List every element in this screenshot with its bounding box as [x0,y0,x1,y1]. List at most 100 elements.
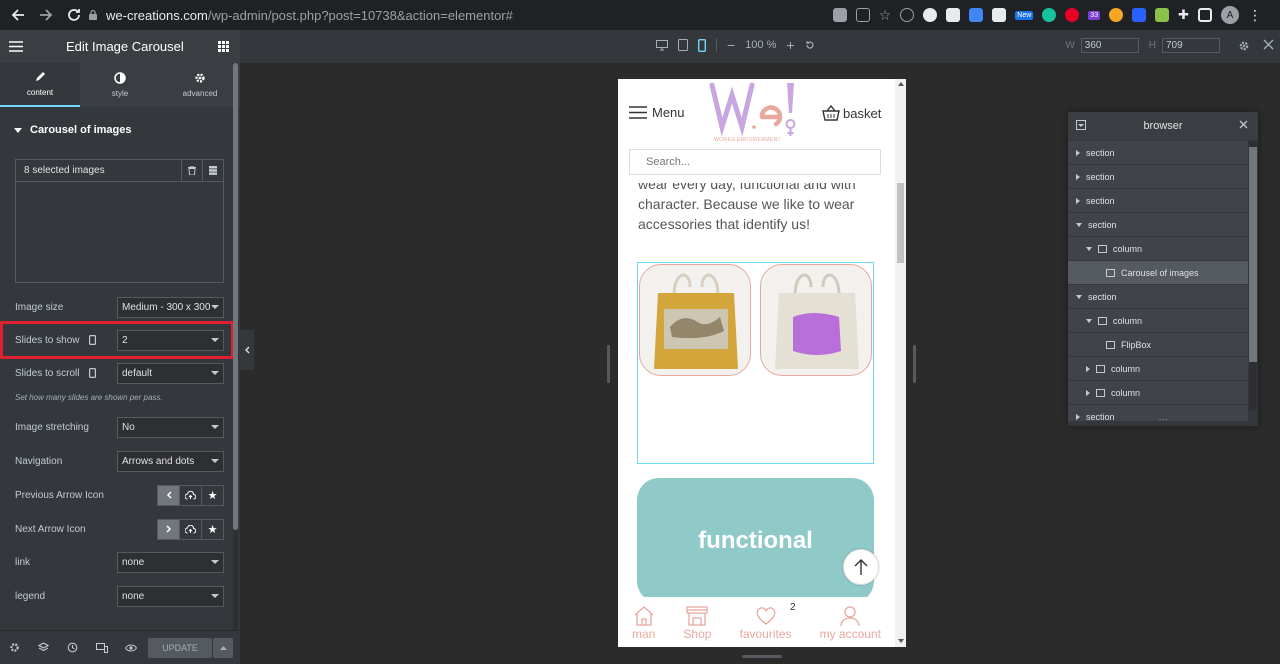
caret-down-icon[interactable] [1086,246,1092,251]
image-size-select[interactable]: Medium - 300 x 300 [117,296,224,318]
bottom-nav-account[interactable]: my account [820,605,881,641]
share-icon[interactable] [855,8,870,22]
next-arrow-option-chevron[interactable] [157,518,180,540]
collapse-panel-button[interactable] [240,330,254,370]
google-translate-icon[interactable] [969,8,984,22]
sidebar-icon[interactable] [1198,8,1212,22]
bottom-nav-home[interactable]: man [632,605,655,641]
flipbox-card[interactable]: functional [637,478,874,603]
navigator-item-flipbox[interactable]: FlipBox [1068,333,1248,356]
scroll-up-arrow[interactable] [898,82,904,86]
navigator-item-section[interactable]: section [1068,141,1248,164]
device-settings-button[interactable] [1238,40,1250,52]
bookmark-star-icon[interactable]: ☆ [879,7,892,24]
tab-style[interactable]: style [80,63,160,107]
excel-icon[interactable] [1155,8,1170,22]
profile-avatar[interactable]: A [1221,6,1239,24]
hamburger-menu-button[interactable] [9,41,23,52]
prev-arrow-option-upload[interactable] [179,484,202,506]
navigator-item-section[interactable]: section [1068,189,1248,212]
navigator-item-column[interactable]: column [1068,237,1248,260]
bottom-nav-favourites[interactable]: 2 favourites [739,602,795,641]
navigator-button[interactable] [29,642,58,653]
extension-count-badge[interactable]: 33 [1088,10,1101,20]
panel-scrollbar[interactable] [233,63,238,630]
caret-right-icon[interactable] [1076,197,1080,204]
gallery-delete-button[interactable] [181,160,202,181]
slides-to-scroll-select[interactable]: default [117,362,224,384]
preview-resize-handle-left[interactable] [607,345,610,383]
caret-right-icon[interactable] [1086,365,1090,372]
extension-new-badge[interactable]: New [1015,10,1034,20]
navigator-resize-handle[interactable]: ··· [1068,415,1258,426]
navigator-item-column[interactable]: column [1068,309,1248,332]
legend-select[interactable]: none [117,585,224,607]
preview-resize-handle-bottom[interactable] [742,655,782,658]
back-button[interactable] [6,3,30,27]
preview-button[interactable] [116,644,145,652]
update-button[interactable]: UPDATE [148,638,212,658]
desktop-view-button[interactable] [656,39,668,51]
basket-button[interactable]: basket [822,105,881,121]
navigator-collapse-button[interactable] [1076,120,1086,130]
prev-arrow-option-library[interactable]: ★ [201,484,224,506]
video-icon[interactable] [1132,8,1147,22]
translate-icon[interactable] [832,8,847,22]
width-input[interactable]: 360 [1080,38,1139,53]
caret-down-icon[interactable] [1086,318,1092,323]
navigator-item-column[interactable]: column [1068,381,1248,404]
caret-right-icon[interactable] [1086,389,1090,396]
link-select[interactable]: none [117,551,224,573]
gallery-control[interactable]: 8 selected images [15,159,224,283]
site-logo[interactable]: WOMEN EMPOWERMENT [708,79,808,144]
zoom-reset-button[interactable] [805,40,815,50]
history-button[interactable] [58,642,87,653]
scroll-to-top-button[interactable] [843,549,879,585]
moon-icon[interactable] [1109,8,1124,22]
grammarly-icon[interactable] [1042,8,1057,22]
panel-scrollbar-thumb[interactable] [233,63,238,530]
pinterest-icon[interactable] [1065,8,1080,22]
bottom-nav-shop[interactable]: Shop [683,605,711,641]
navigator-close-button[interactable] [1239,120,1248,129]
zoom-in-button[interactable]: + [786,37,794,53]
preview-resize-handle-right[interactable] [913,345,916,383]
settings-button[interactable] [0,642,29,653]
kebab-menu-icon[interactable]: ⋮ [1248,7,1262,24]
globe-icon[interactable] [923,8,938,22]
extension-icon-1[interactable] [900,8,915,22]
search-input[interactable]: Search... [629,149,881,175]
navigator-header[interactable]: browser [1068,112,1258,140]
tab-content[interactable]: content [0,63,80,107]
navigator-item-carousel-of-images[interactable]: Carousel of images [1068,261,1248,284]
scroll-down-arrow[interactable] [898,639,904,643]
mobile-icon[interactable] [89,368,97,378]
forward-button[interactable] [34,3,58,27]
section-toggle-carousel[interactable]: Carousel of images [0,119,232,141]
height-input[interactable]: 709 [1162,38,1220,53]
caret-right-icon[interactable] [1076,173,1080,180]
carousel-slide[interactable] [760,264,872,376]
preview-scrollbar-thumb[interactable] [897,183,904,263]
prev-arrow-option-chevron[interactable] [157,484,180,506]
camera-icon[interactable] [992,8,1007,22]
menu-button[interactable]: Menu [629,105,685,120]
zoom-out-button[interactable]: − [727,37,735,53]
reload-button[interactable] [62,3,86,27]
address-bar[interactable]: we-creations.com/wp-admin/post.php?post=… [88,3,888,27]
navigator-item-column[interactable]: column [1068,357,1248,380]
responsive-mode-button[interactable] [87,642,116,653]
navigator-scrollbar-thumb[interactable] [1249,147,1257,362]
image-stretching-select[interactable]: No [117,416,224,438]
widgets-grid-button[interactable] [218,41,229,52]
update-options-button[interactable] [213,638,233,658]
navigation-select[interactable]: Arrows and dots [117,450,224,472]
caret-down-icon[interactable] [1076,222,1082,227]
carousel-slide[interactable] [639,264,751,376]
preview-scrollbar[interactable] [895,79,906,647]
navigator-item-section[interactable]: section [1068,285,1248,308]
navigator-item-section[interactable]: section [1068,213,1248,236]
tablet-view-button[interactable] [678,39,688,51]
puzzle-icon[interactable]: ✚ [1178,7,1189,23]
caret-right-icon[interactable] [1076,149,1080,156]
